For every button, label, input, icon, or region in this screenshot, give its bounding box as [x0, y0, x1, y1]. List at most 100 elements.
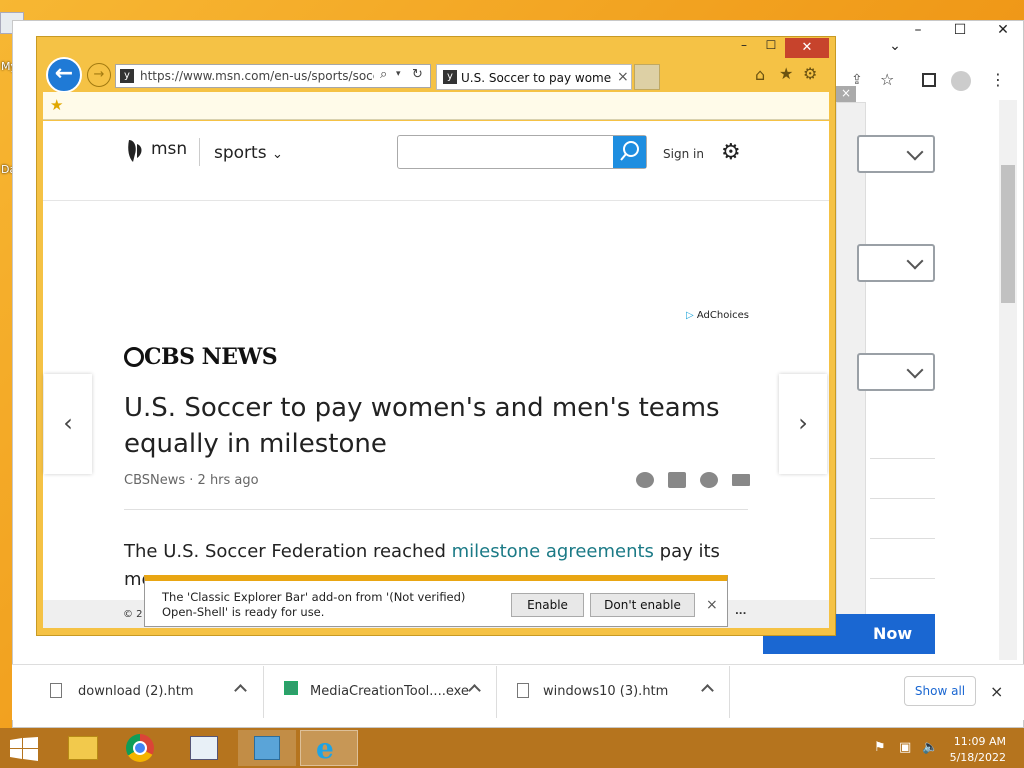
download-item-name: MediaCreationTool....exe: [310, 684, 469, 699]
adchoices-icon: ▷: [686, 310, 694, 321]
dont-enable-button[interactable]: Don't enable: [590, 593, 695, 617]
address-bar[interactable]: y https://www.msn.com/en-us/sports/socce…: [115, 64, 431, 88]
clock-time[interactable]: 11:09 AM: [946, 735, 1006, 748]
dropdown-arrow-icon[interactable]: ▾: [396, 69, 401, 79]
divider: [870, 538, 935, 539]
chevron-down-icon: [906, 361, 924, 379]
body-text: The U.S. Soccer Federation reached: [124, 541, 452, 562]
download-item-name: windows10 (3).htm: [543, 684, 669, 699]
msn-favicon-icon: y: [443, 70, 457, 84]
more-options-icon[interactable]: ...: [735, 606, 746, 617]
favorites-bar: ★: [43, 92, 829, 120]
search-input[interactable]: [397, 135, 647, 169]
milestone-agreements-link[interactable]: milestone agreements: [452, 541, 654, 562]
cbs-news-logo[interactable]: CBS NEWS: [124, 344, 278, 370]
form-dropdown-2[interactable]: [857, 244, 935, 282]
setup-icon: [254, 736, 280, 760]
windows-start-icon[interactable]: [10, 737, 38, 761]
footer-copyright: © 2: [123, 609, 143, 620]
show-all-button[interactable]: Show all: [904, 676, 976, 706]
media-creation-taskbar-button[interactable]: [238, 730, 296, 766]
msn-logo-text[interactable]: msn: [151, 139, 187, 159]
sidepanel-icon[interactable]: [922, 73, 936, 87]
chevron-up-icon[interactable]: [701, 684, 714, 697]
network-icon[interactable]: ▣: [899, 740, 911, 755]
add-favorite-icon[interactable]: ★: [50, 96, 63, 114]
window-app-icon: [190, 736, 218, 760]
notification-close-icon[interactable]: ×: [706, 597, 718, 613]
profile-avatar-icon[interactable]: [951, 71, 971, 91]
chrome-maximize-button[interactable]: ☐: [940, 22, 980, 38]
new-tab-button[interactable]: [634, 64, 660, 90]
notification-text: The 'Classic Explorer Bar' add-on from '…: [162, 590, 466, 619]
chevron-up-icon[interactable]: [468, 684, 481, 697]
refresh-icon[interactable]: ↻: [412, 67, 423, 82]
popup-close-icon[interactable]: ×: [836, 86, 856, 102]
cbs-eye-icon: [124, 347, 144, 367]
chrome-close-button[interactable]: ✕: [983, 22, 1023, 38]
facebook-icon[interactable]: [636, 472, 654, 488]
whatsapp-icon[interactable]: [700, 472, 718, 488]
clock-date[interactable]: 5/18/2022: [946, 751, 1006, 764]
document-icon: [50, 683, 62, 698]
sign-in-link[interactable]: Sign in: [663, 147, 704, 161]
flag-icon[interactable]: ⚑: [874, 740, 886, 755]
article-byline: CBSNews · 2 hrs ago: [124, 473, 259, 488]
download-item[interactable]: MediaCreationTool....exe: [264, 666, 497, 718]
chrome-icon-center: [133, 741, 147, 755]
chrome-tab-search-icon[interactable]: ⌄: [875, 38, 915, 54]
folder-icon: [68, 736, 98, 760]
download-item[interactable]: download (2).htm: [26, 666, 264, 718]
settings-gear-icon[interactable]: ⚙: [721, 140, 745, 165]
setup-exe-icon: [284, 681, 298, 695]
article-headline[interactable]: U.S. Soccer to pay women's and men's tea…: [124, 390, 734, 462]
download-item[interactable]: windows10 (3).htm: [497, 666, 730, 718]
divider: [124, 509, 748, 510]
search-icon: [620, 141, 639, 161]
divider: [870, 458, 935, 459]
sports-menu[interactable]: sports ⌄: [214, 143, 283, 163]
chrome-menu-icon[interactable]: ⋮: [990, 70, 1006, 89]
ie-close-button[interactable]: ✕: [785, 38, 829, 58]
address-url: https://www.msn.com/en-us/sports/soccer/: [140, 69, 374, 83]
next-article-button[interactable]: ›: [779, 374, 827, 474]
twitter-icon[interactable]: [668, 472, 686, 488]
tab-title: U.S. Soccer to pay women's...: [461, 71, 611, 85]
enable-button[interactable]: Enable: [511, 593, 584, 617]
app-taskbar-button[interactable]: [176, 730, 234, 766]
volume-muted-icon[interactable]: 🔈: [922, 740, 938, 755]
ie-logo-icon: e: [316, 732, 334, 765]
ie-taskbar-button[interactable]: e: [300, 730, 358, 766]
cbs-news-label: CBS NEWS: [144, 344, 278, 370]
msn-butterfly-icon: [128, 140, 142, 162]
chrome-minimize-button[interactable]: –: [898, 22, 938, 38]
favorites-star-icon[interactable]: ★: [779, 64, 793, 83]
sports-label: sports: [214, 143, 267, 163]
adchoices-label: AdChoices: [696, 310, 749, 321]
prev-article-button[interactable]: ‹: [44, 374, 92, 474]
search-button[interactable]: [613, 136, 646, 168]
form-dropdown-1[interactable]: [857, 135, 935, 173]
chevron-up-icon[interactable]: [234, 684, 247, 697]
ie-tab[interactable]: y U.S. Soccer to pay women's... ×: [436, 64, 632, 90]
forward-button[interactable]: →: [87, 63, 111, 87]
scrollbar-thumb[interactable]: [1001, 165, 1015, 303]
form-dropdown-3[interactable]: [857, 353, 935, 391]
email-icon[interactable]: [732, 474, 750, 486]
divider: [199, 138, 200, 166]
back-button[interactable]: ←: [46, 57, 82, 93]
download-item-name: download (2).htm: [78, 684, 194, 699]
bookmark-star-icon[interactable]: ☆: [880, 70, 894, 89]
tools-gear-icon[interactable]: ⚙: [803, 64, 817, 83]
search-icon[interactable]: ⌕: [380, 67, 387, 82]
adchoices-link[interactable]: ▷ AdChoices: [686, 310, 749, 321]
close-download-bar-icon[interactable]: ×: [990, 682, 1003, 701]
chrome-taskbar-button[interactable]: [112, 730, 170, 766]
chevron-down-icon: [906, 143, 924, 161]
body-text: pay its: [653, 541, 720, 562]
divider: [870, 578, 935, 579]
home-icon[interactable]: ⌂: [755, 65, 765, 84]
tab-close-icon[interactable]: ×: [617, 69, 629, 85]
chevron-down-icon: [906, 252, 924, 270]
file-explorer-taskbar-button[interactable]: [54, 730, 112, 766]
